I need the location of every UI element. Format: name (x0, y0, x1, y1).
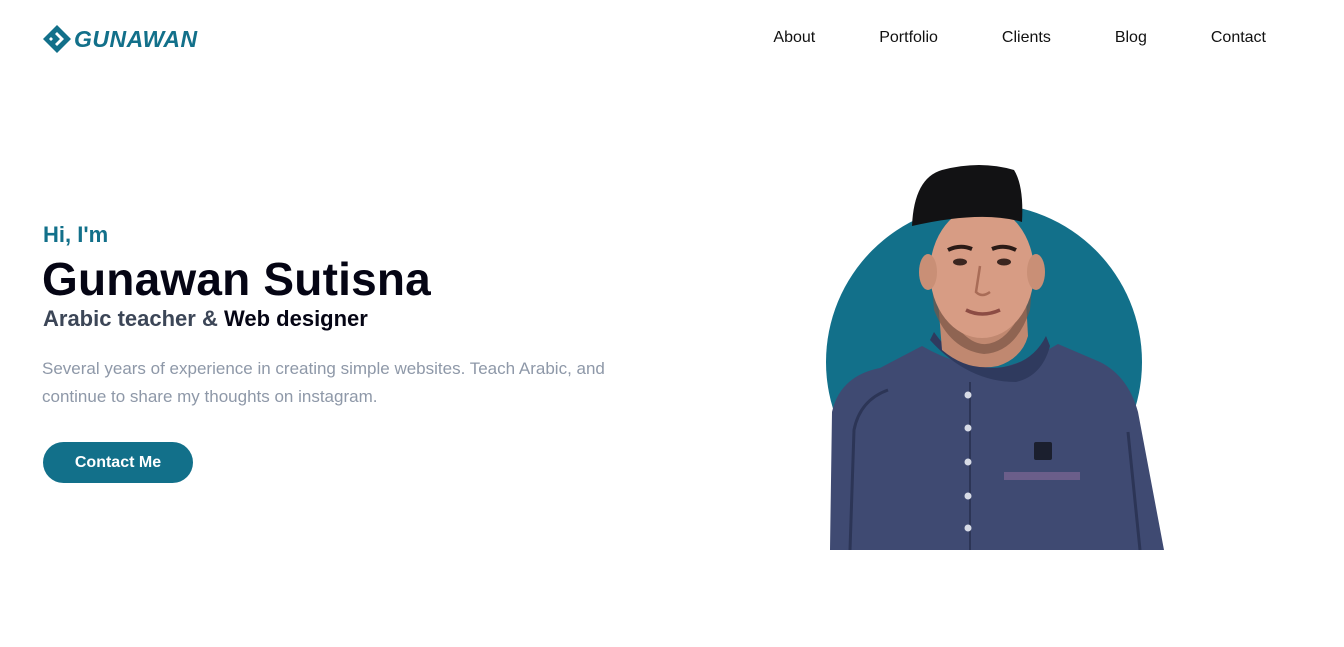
nav-blog[interactable]: Blog (1115, 28, 1147, 48)
role-secondary: Web designer (224, 306, 368, 331)
role-primary: Arabic teacher (43, 306, 196, 331)
main-nav: About Portfolio Clients Blog Contact (709, 28, 1266, 48)
nav-clients[interactable]: Clients (1002, 28, 1051, 48)
nav-portfolio[interactable]: Portfolio (879, 28, 938, 48)
diamond-logo-icon (43, 25, 71, 53)
role-joiner: & (201, 306, 218, 331)
nav-contact[interactable]: Contact (1211, 28, 1266, 48)
brand-name: GUNAWAN (74, 25, 198, 52)
hero-role: Arabic teacher & Web designer (43, 306, 368, 332)
brand-logo[interactable]: GUNAWAN (42, 24, 198, 54)
portrait-cap (912, 165, 1023, 226)
hero-description: Several years of experience in creating … (42, 359, 605, 406)
nav-about[interactable]: About (773, 28, 815, 48)
hero-portrait (826, 165, 1164, 550)
contact-me-button[interactable]: Contact Me (43, 442, 193, 483)
hero-greeting: Hi, I'm (43, 222, 109, 247)
hero-name: Gunawan Sutisna (42, 253, 431, 305)
